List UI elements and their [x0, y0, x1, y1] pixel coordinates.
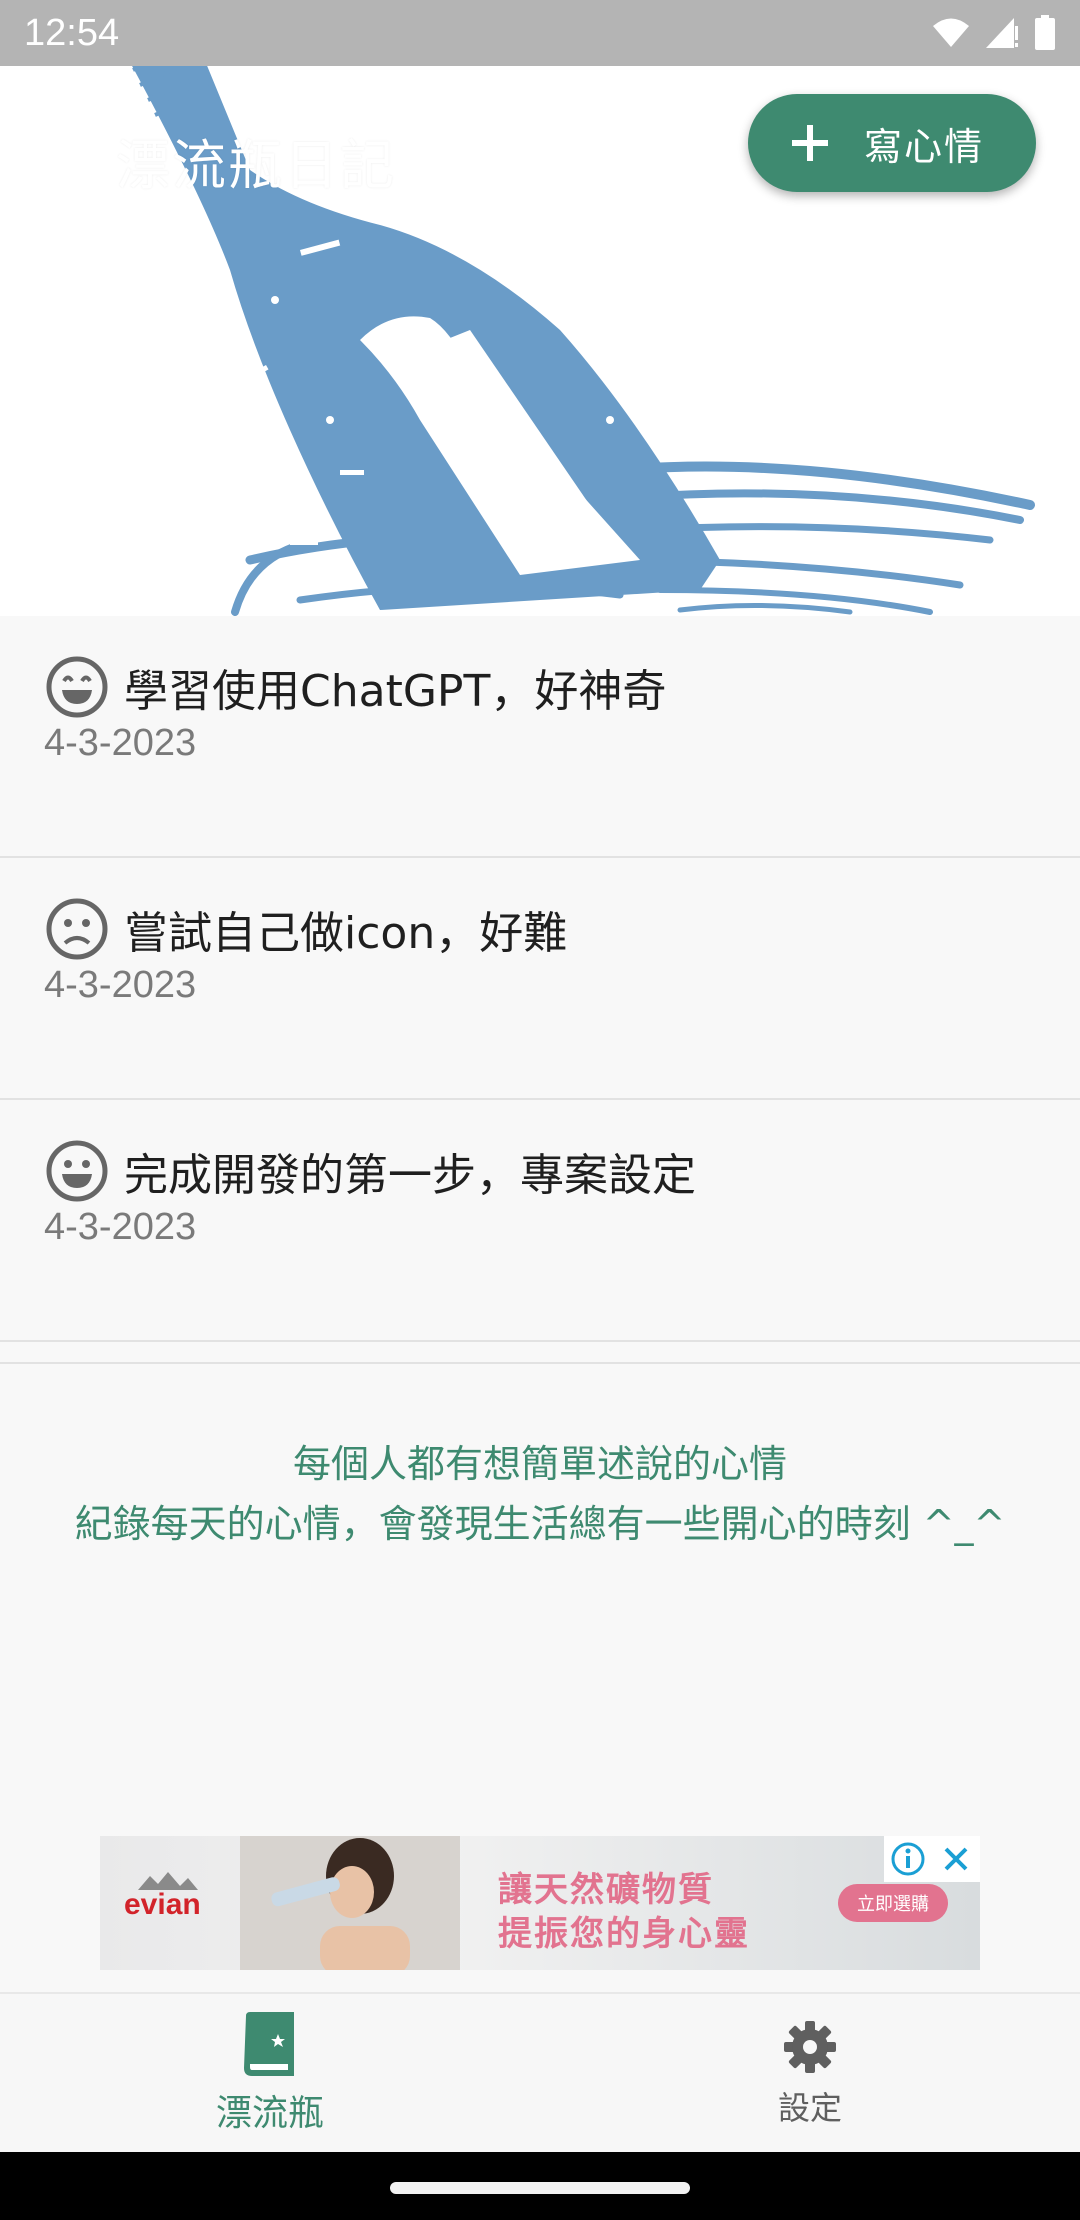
sad-face-icon	[46, 898, 108, 960]
signal-icon	[986, 18, 1018, 48]
nav-item-bottle[interactable]: 漂流瓶	[0, 1994, 540, 2154]
list-item[interactable]: 嘗試自己做icon，好難 4-3-2023	[0, 858, 1080, 1100]
entry-row: 學習使用ChatGPT，好神奇	[44, 654, 666, 720]
ad-close-button[interactable]	[932, 1836, 980, 1882]
wifi-icon	[933, 18, 969, 47]
write-mood-label: 寫心情	[864, 124, 985, 169]
ad-headline-1: 讓天然礦物質	[498, 1870, 714, 1910]
status-icons	[932, 15, 1056, 51]
battery-icon	[1035, 15, 1055, 50]
home-gesture-handle[interactable]	[390, 2182, 690, 2194]
status-bar: 12:54	[0, 0, 1080, 66]
list-item[interactable]: 完成開發的第一步，專案設定 4-3-2023	[0, 1100, 1080, 1342]
status-time: 12:54	[24, 11, 120, 54]
entry-row: 完成開發的第一步，專案設定	[44, 1138, 696, 1204]
ad-brand: evian	[124, 1888, 201, 1921]
grin-face-icon	[46, 656, 108, 718]
motto-line-2: 紀錄每天的心情，會發現生活總有一些開心的時刻 ^_^	[74, 1502, 1006, 1546]
entry-date: 4-3-2023	[44, 1206, 197, 1248]
plus-icon	[792, 125, 828, 161]
ad-headline-2: 提振您的身心靈	[498, 1914, 750, 1954]
motto: 每個人都有想簡單述說的心情 紀錄每天的心情，會發現生活總有一些開心的時刻 ^_^	[0, 1434, 1080, 1554]
ad-info-button[interactable]	[884, 1836, 932, 1882]
nav-item-settings[interactable]: 設定	[540, 1994, 1080, 2154]
entry-date: 4-3-2023	[44, 722, 197, 764]
bottom-nav: 漂流瓶 設定	[0, 1992, 1080, 2152]
close-icon	[944, 1847, 968, 1871]
gesture-bar	[0, 2152, 1080, 2220]
ad-cta-button[interactable]: 立即選購	[838, 1884, 948, 1922]
ad-model-image	[240, 1836, 460, 1970]
app-title: 漂流瓶日記	[116, 134, 396, 197]
nav-label-settings: 設定	[777, 2089, 842, 2127]
write-mood-button[interactable]: 寫心情	[748, 94, 1036, 192]
entry-text: 學習使用ChatGPT，好神奇	[124, 666, 667, 717]
list-item[interactable]: 學習使用ChatGPT，好神奇 4-3-2023	[0, 616, 1080, 858]
entry-date: 4-3-2023	[44, 964, 197, 1006]
happy-face-icon	[46, 1140, 108, 1202]
entry-list: 學習使用ChatGPT，好神奇 4-3-2023 嘗試自己做icon，好難 4-…	[0, 616, 1080, 1342]
info-icon	[891, 1842, 925, 1876]
list-divider	[0, 1362, 1080, 1364]
entry-text: 嘗試自己做icon，好難	[124, 908, 568, 959]
app-screen: 12:54 漂流瓶日記 寫心情 學習使用ChatGPT，好神奇 4-3-2023…	[0, 0, 1080, 2220]
entry-row: 嘗試自己做icon，好難	[44, 896, 567, 962]
entry-text: 完成開發的第一步，專案設定	[124, 1150, 696, 1201]
ad-banner[interactable]: evian 讓天然礦物質 提振您的身心靈 立即選購	[100, 1836, 980, 1970]
motto-line-1: 每個人都有想簡單述說的心情	[292, 1442, 787, 1486]
nav-label-bottle: 漂流瓶	[215, 2093, 324, 2134]
gear-icon	[784, 2021, 836, 2073]
journal-icon	[244, 2012, 294, 2076]
